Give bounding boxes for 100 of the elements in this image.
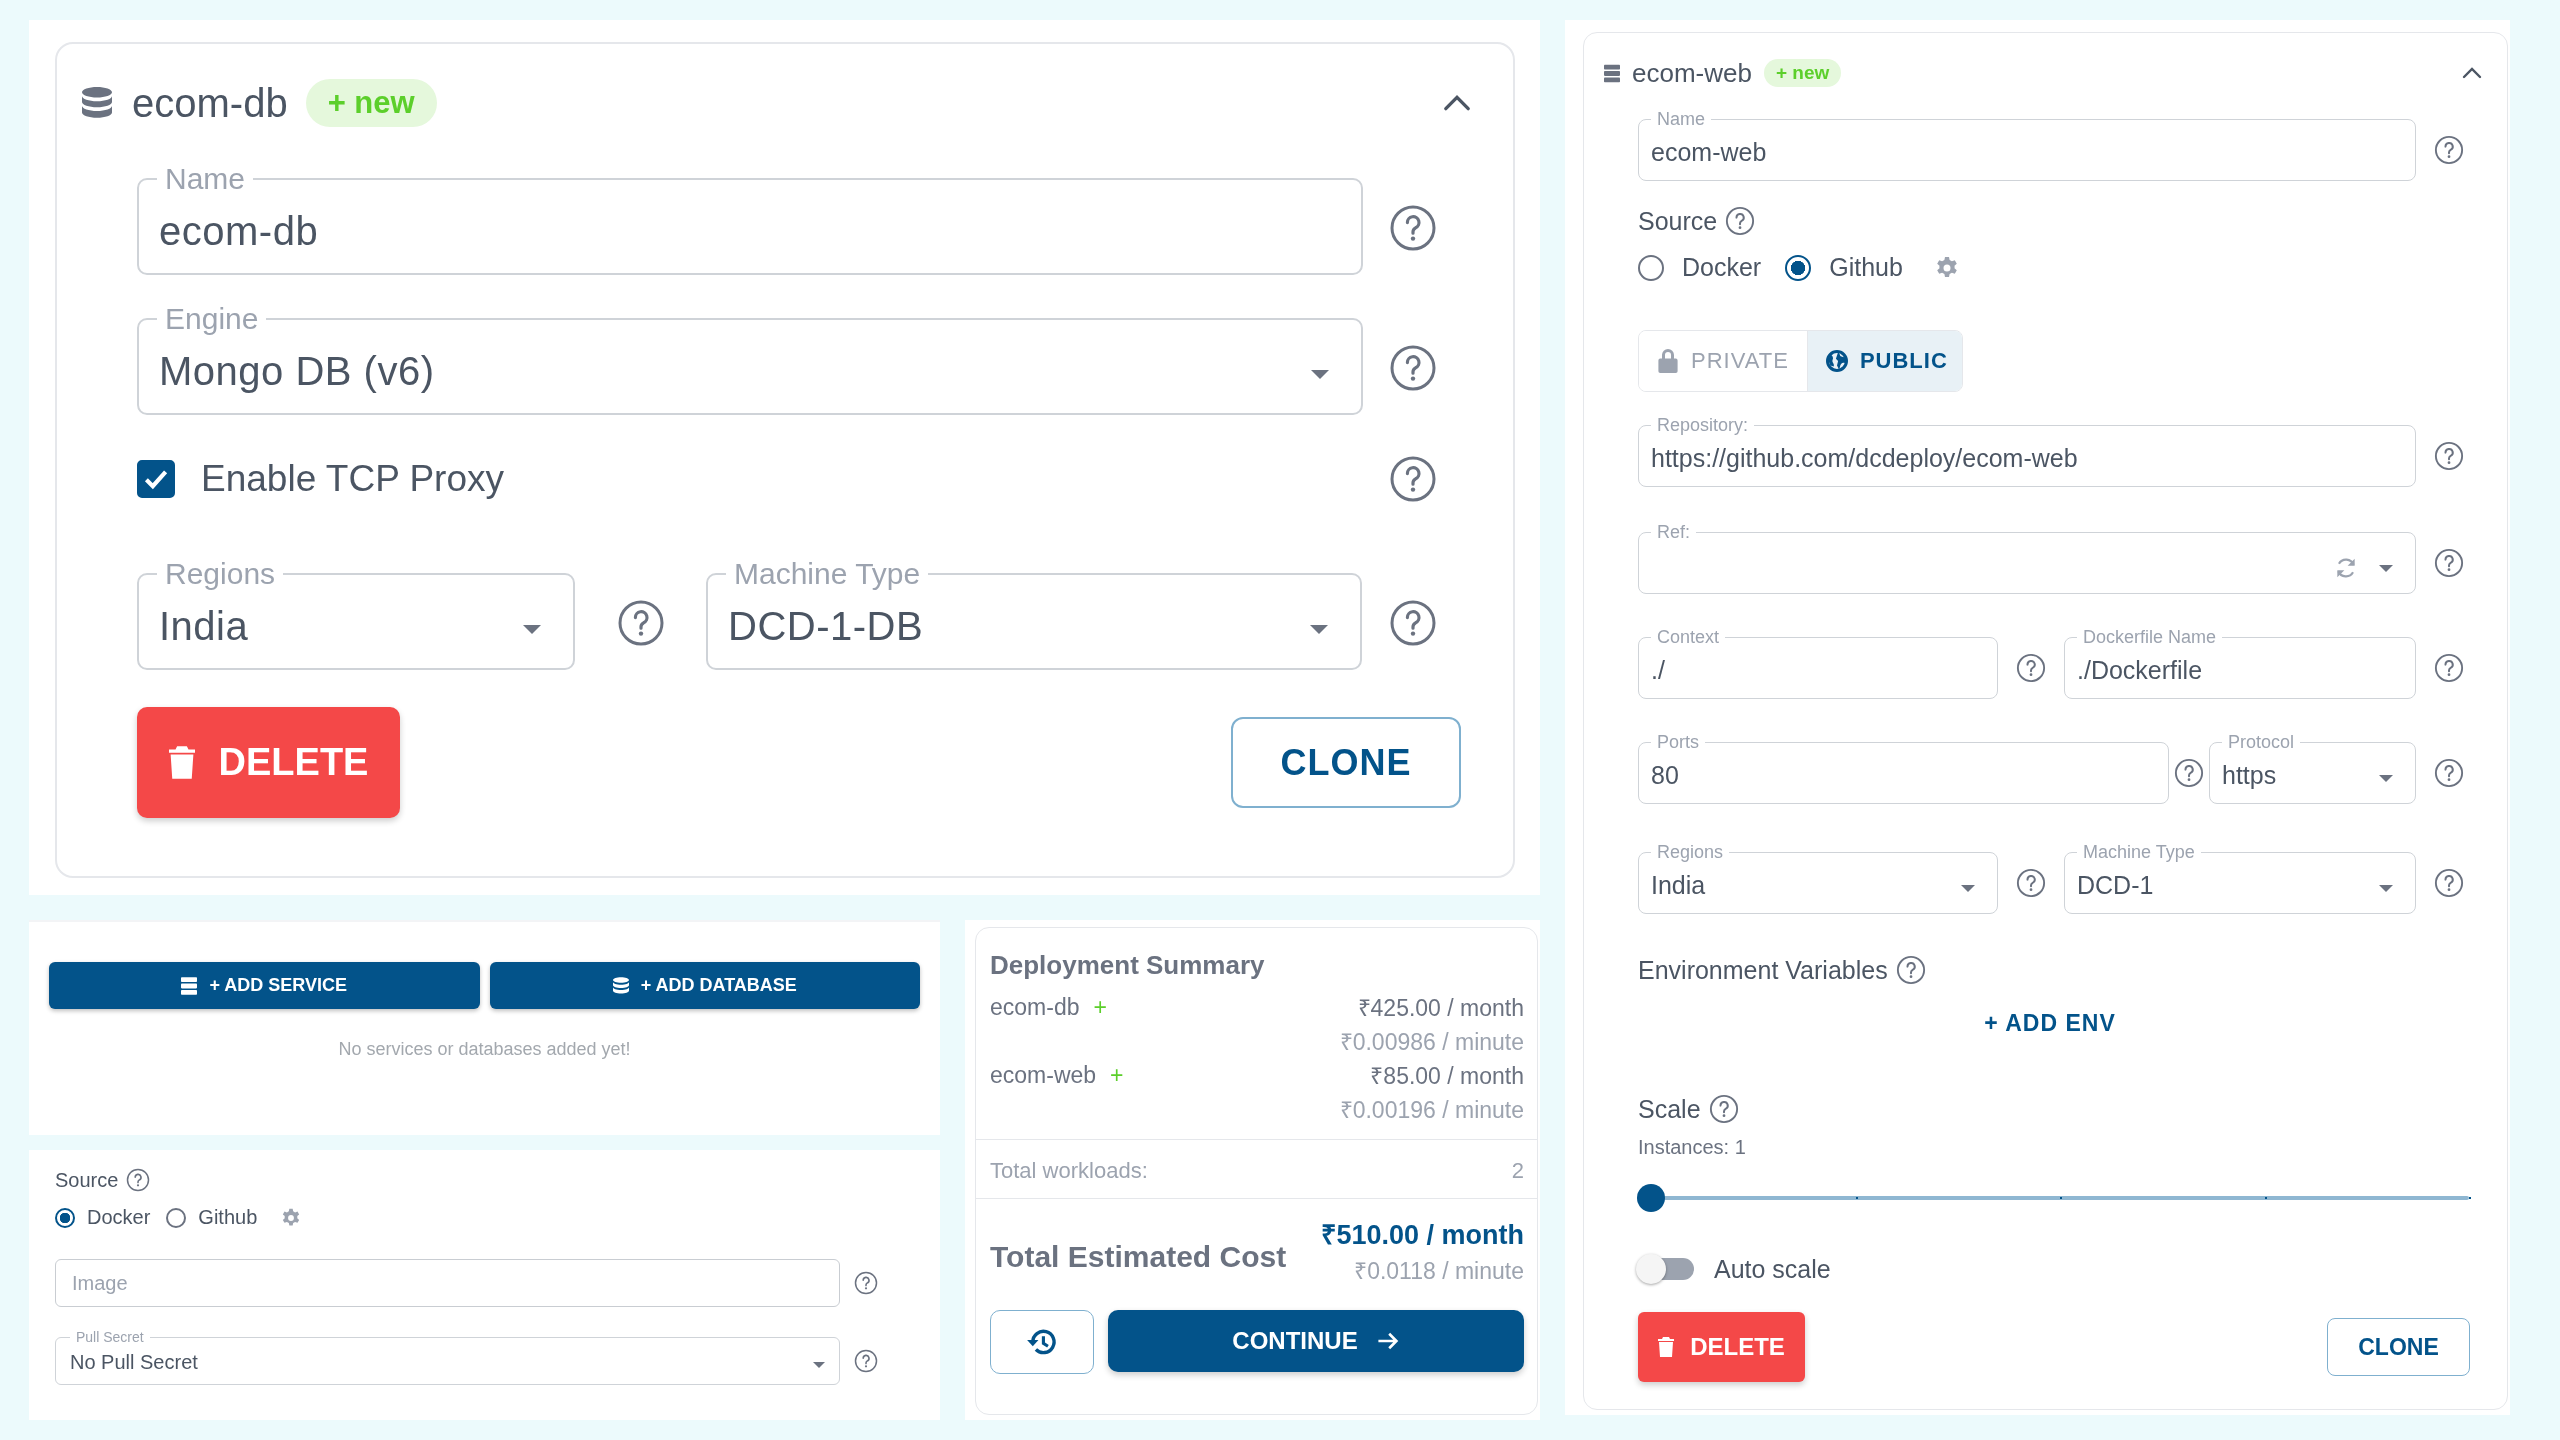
caret-icon[interactable]: [1961, 884, 1975, 892]
pull-secret-select[interactable]: Pull Secret No Pull Secret: [55, 1329, 840, 1385]
radio-label: Github: [198, 1206, 258, 1229]
workload-name: ecom-web: [990, 1061, 1097, 1089]
help-icon[interactable]: [1708, 1094, 1739, 1124]
lock-icon: [1657, 349, 1679, 373]
field-label: Protocol: [2227, 732, 2296, 753]
help-icon[interactable]: [1388, 343, 1437, 392]
card-title: ecom-web: [1632, 57, 1752, 89]
trash-icon: [1658, 1336, 1675, 1358]
visibility-toggle[interactable]: PUBLIC: [1806, 331, 1962, 391]
help-icon[interactable]: [1388, 203, 1437, 252]
repository-field[interactable]: Repository: https://github.com/dcdeploy/ecom-web: [1638, 415, 2416, 487]
caret-icon[interactable]: [1310, 370, 1329, 379]
section-label: Scale: [1638, 1094, 1701, 1124]
total-minute-cost: ₹0.0118 / minute: [1353, 1257, 1524, 1286]
field-label: Ports: [1656, 732, 1700, 753]
help-icon[interactable]: [1725, 206, 1756, 236]
radio-label: Github: [1829, 253, 1903, 282]
database-icon: [82, 86, 112, 120]
ports-field[interactable]: Ports 80: [1638, 732, 2169, 804]
help-icon[interactable]: [1388, 455, 1437, 503]
caret-icon[interactable]: [523, 625, 541, 634]
help-icon[interactable]: [2434, 135, 2464, 165]
help-icon[interactable]: [2016, 868, 2046, 898]
help-icon[interactable]: [2434, 653, 2464, 683]
radio-label: Docker: [87, 1206, 151, 1229]
chevron-up-icon[interactable]: [1443, 94, 1471, 112]
help-icon[interactable]: [2434, 548, 2464, 578]
radio-button[interactable]: [166, 1207, 187, 1228]
caret-icon[interactable]: [1310, 625, 1328, 634]
add-button[interactable]: + ADD DATABASE: [489, 962, 920, 1009]
delete-button[interactable]: DELETE: [1638, 1312, 1805, 1382]
image-field[interactable]: Image: [55, 1259, 840, 1307]
dockerfile-field[interactable]: Dockerfile Name ./Dockerfile: [2064, 627, 2416, 699]
caret-icon[interactable]: [2379, 774, 2393, 782]
chevron-up-icon[interactable]: [2462, 67, 2482, 79]
toggle-label: Auto scale: [1714, 1254, 1831, 1284]
gear-icon[interactable]: [1934, 255, 1959, 280]
help-icon[interactable]: [1388, 598, 1437, 647]
history-button[interactable]: [990, 1310, 1094, 1374]
radio-label: Docker: [1682, 253, 1762, 282]
help-icon[interactable]: [1895, 955, 1926, 985]
server-icon: [181, 976, 198, 995]
context-field[interactable]: Context ./: [1638, 627, 1998, 699]
added-mark: +: [1110, 1061, 1124, 1089]
section-label: Source: [55, 1168, 119, 1192]
field-label: Machine Type: [733, 557, 922, 591]
help-icon[interactable]: [2016, 653, 2046, 683]
help-icon[interactable]: [126, 1168, 151, 1192]
field-label: Regions: [1656, 842, 1725, 863]
radio-button[interactable]: [1785, 254, 1812, 281]
field-label: Machine Type: [2082, 842, 2196, 863]
protocol-select[interactable]: Protocol https: [2209, 732, 2416, 804]
slider-thumb[interactable]: [1637, 1184, 1665, 1212]
total-label: Total Estimated Cost: [990, 1239, 1287, 1274]
field-label: Name: [164, 162, 247, 196]
new-badge: + new: [305, 79, 437, 127]
monthly-cost: ₹85.00 / month: [1370, 1062, 1524, 1091]
clone-button[interactable]: CLONE: [1231, 717, 1461, 808]
workload-name: ecom-db: [990, 993, 1080, 1021]
regions-select[interactable]: Regions India: [1638, 842, 1998, 914]
field-label: Regions: [164, 557, 277, 591]
total-monthly-cost: ₹510.00 / month: [1321, 1219, 1524, 1252]
minute-cost: ₹0.00196 / minute: [1338, 1096, 1524, 1125]
instances-label: Instances: 1: [1638, 1136, 1747, 1159]
field-label: Engine: [164, 302, 260, 336]
field-label: Name: [1656, 109, 1706, 130]
help-icon[interactable]: [2174, 758, 2204, 788]
caret-icon[interactable]: [2379, 564, 2393, 572]
machine-type-select[interactable]: Machine Type DCD-1: [2064, 842, 2416, 914]
name-field[interactable]: Name ecom-web: [1638, 109, 2416, 181]
gear-icon[interactable]: [281, 1207, 302, 1228]
radio-button[interactable]: [1638, 254, 1664, 281]
add-env-button[interactable]: + ADD ENV: [1978, 1008, 2122, 1038]
trash-icon: [168, 746, 195, 779]
server-icon: [1604, 63, 1620, 83]
checkbox[interactable]: [137, 460, 175, 498]
continue-button[interactable]: CONTINUE: [1108, 1310, 1524, 1372]
field-label: Ref:: [1656, 522, 1691, 543]
monthly-cost: ₹425.00 / month: [1357, 994, 1524, 1023]
new-badge: + new: [1763, 59, 1842, 87]
workloads-count: 2: [1511, 1158, 1524, 1184]
add-button[interactable]: + ADD SERVICE: [49, 962, 480, 1009]
globe-icon: [1825, 349, 1848, 373]
help-icon[interactable]: [854, 1271, 878, 1295]
clone-button[interactable]: CLONE: [2327, 1318, 2470, 1376]
delete-button[interactable]: DELETE: [137, 707, 400, 818]
checkbox-label: Enable TCP Proxy: [201, 458, 504, 500]
caret-icon[interactable]: [2379, 884, 2393, 892]
field-label: Dockerfile Name: [2082, 627, 2218, 648]
empty-message: No services or databases added yet!: [337, 1039, 632, 1060]
help-icon[interactable]: [854, 1349, 878, 1373]
help-icon[interactable]: [2434, 441, 2464, 471]
help-icon[interactable]: [616, 598, 665, 647]
help-icon[interactable]: [2434, 758, 2464, 788]
radio-button[interactable]: [55, 1207, 75, 1228]
caret-icon[interactable]: [813, 1361, 825, 1368]
help-icon[interactable]: [2434, 868, 2464, 898]
added-mark: +: [1093, 993, 1107, 1021]
